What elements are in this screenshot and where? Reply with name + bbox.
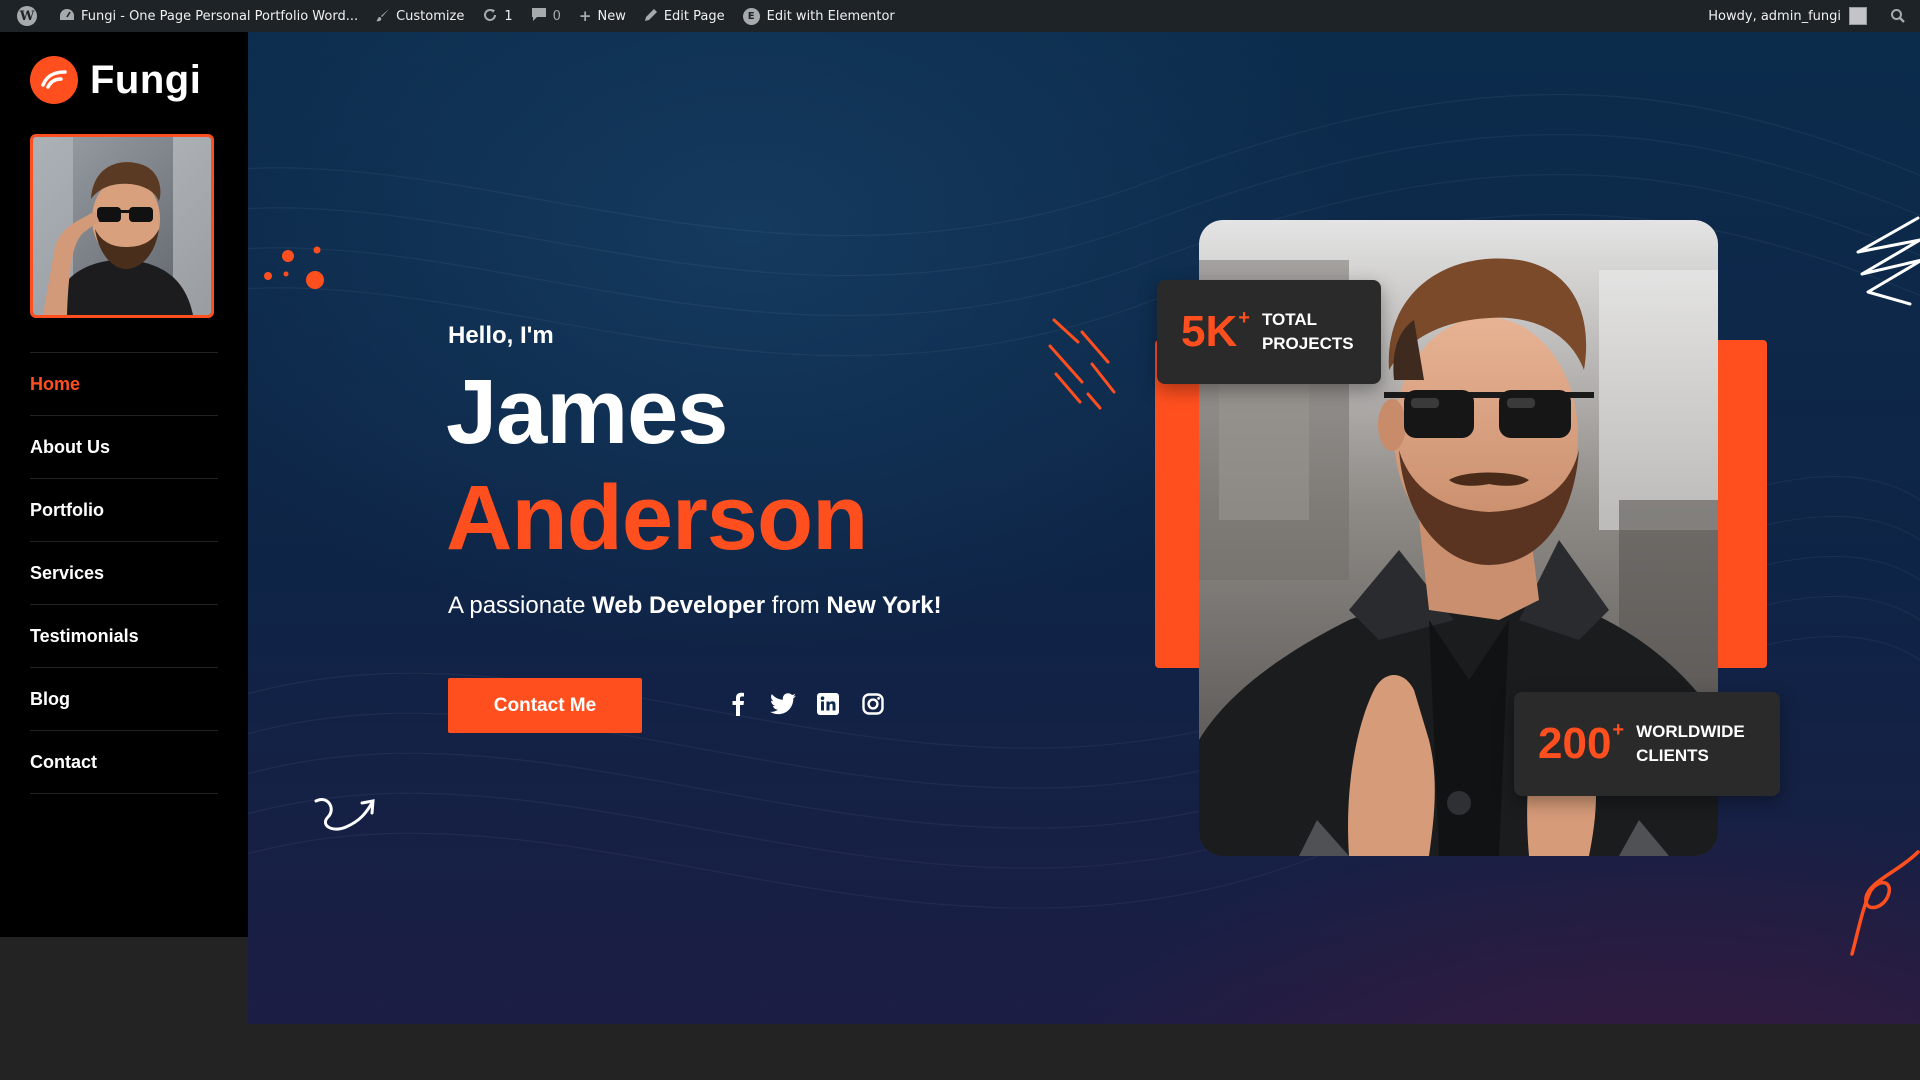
nav-label: About Us [30, 436, 110, 457]
my-account-link[interactable]: Howdy, admin_fungi [1699, 0, 1876, 32]
stat-label: WORLDWIDE CLIENTS [1636, 720, 1745, 768]
nav-item-portfolio[interactable]: Portfolio [30, 479, 218, 542]
decorative-dots [264, 246, 324, 289]
search-icon[interactable] [1890, 8, 1906, 24]
user-avatar-icon [1849, 7, 1867, 25]
site-title-text: Fungi - One Page Personal Portfolio Word… [81, 8, 359, 24]
stat-suffix: + [1238, 307, 1250, 330]
orange-dashes-decoration [1048, 318, 1116, 410]
brand-name: Fungi [90, 57, 202, 102]
customize-label: Customize [396, 8, 465, 24]
plus-icon: + [578, 6, 592, 25]
wp-admin-bar: W Fungi - One Page Personal Portfolio Wo… [0, 0, 1920, 32]
site-logo[interactable]: Fungi [30, 56, 201, 104]
nav-item-contact[interactable]: Contact [30, 731, 218, 794]
hero-tagline: A passionate Web Developer from New York… [448, 592, 942, 620]
hero-section: Hello, I'm James Anderson A passionate W… [248, 32, 1920, 1024]
contact-me-button[interactable]: Contact Me [448, 678, 642, 733]
dashboard-icon [59, 8, 75, 25]
hero-first-name: James [446, 361, 728, 463]
wordpress-icon: W [17, 6, 37, 26]
nav-label: Home [30, 373, 81, 394]
elementor-icon: E [742, 7, 760, 25]
new-content-link[interactable]: + New [570, 0, 635, 32]
nav-label: Services [30, 562, 105, 583]
stat-label-line: TOTAL [1261, 310, 1318, 329]
comments-link[interactable]: 0 [522, 0, 570, 32]
nav-label: Blog [30, 688, 70, 709]
customize-link[interactable]: Customize [367, 0, 473, 32]
nav-label: Contact [30, 751, 97, 772]
nav-item-blog[interactable]: Blog [30, 668, 218, 731]
tagline-prefix: A passionate [448, 592, 593, 619]
howdy-text: Howdy, admin_fungi [1708, 8, 1841, 24]
twitter-icon[interactable] [769, 690, 797, 718]
site-name-link[interactable]: Fungi - One Page Personal Portfolio Word… [50, 0, 367, 32]
wordpress-logo-button[interactable]: W [0, 0, 50, 32]
nav-item-services[interactable]: Services [30, 542, 218, 605]
stat-label-line: CLIENTS [1636, 746, 1709, 765]
comments-count: 0 [552, 8, 561, 24]
stat-label: TOTAL PROJECTS [1262, 308, 1354, 356]
orange-loop-decoration [1850, 850, 1920, 956]
refresh-icon [482, 7, 498, 26]
linkedin-icon[interactable] [814, 690, 842, 718]
brush-icon [376, 8, 390, 25]
stat-number: 200+ [1538, 719, 1624, 769]
facebook-icon[interactable] [724, 690, 752, 718]
nav-item-about-us[interactable]: About Us [30, 416, 218, 479]
total-projects-card: 5K+ TOTAL PROJECTS [1157, 280, 1381, 384]
hero-greeting: Hello, I'm [448, 322, 554, 349]
tagline-middle: from [765, 592, 827, 619]
stat-suffix: + [1612, 719, 1625, 742]
tagline-city: New York! [826, 592, 942, 619]
hero-last-name: Anderson [446, 467, 868, 569]
worldwide-clients-card: 200+ WORLDWIDE CLIENTS [1514, 692, 1780, 796]
updates-link[interactable]: 1 [473, 0, 521, 32]
nav-item-home[interactable]: Home [30, 353, 218, 416]
sidebar: Fungi Home About Us Portfolio Services T… [0, 32, 248, 937]
pencil-icon [644, 8, 658, 25]
stat-label-line: PROJECTS [1261, 334, 1354, 353]
social-links [724, 690, 887, 718]
main-navigation: Home About Us Portfolio Services Testimo… [30, 352, 218, 794]
stat-value: 200 [1538, 719, 1612, 768]
updates-count: 1 [504, 8, 513, 24]
edit-page-link[interactable]: Edit Page [635, 0, 734, 32]
stat-number: 5K+ [1181, 307, 1250, 357]
stat-label-line: WORLDWIDE [1636, 722, 1745, 741]
white-scribble-decoration [1856, 216, 1920, 306]
profile-photo [30, 134, 214, 318]
nav-label: Portfolio [30, 499, 104, 520]
comment-icon [531, 7, 547, 25]
edit-page-label: Edit Page [663, 8, 725, 24]
instagram-icon[interactable] [859, 690, 887, 718]
nav-item-testimonials[interactable]: Testimonials [30, 605, 218, 668]
edit-elementor-label: Edit with Elementor [766, 8, 895, 24]
edit-elementor-link[interactable]: E Edit with Elementor [734, 0, 904, 32]
nav-label: Testimonials [30, 625, 139, 646]
logo-mark-icon [30, 56, 78, 104]
new-label: New [597, 8, 626, 24]
curly-arrow-decoration [314, 798, 375, 831]
stat-value: 5K [1181, 307, 1238, 356]
tagline-role: Web Developer [592, 592, 766, 619]
